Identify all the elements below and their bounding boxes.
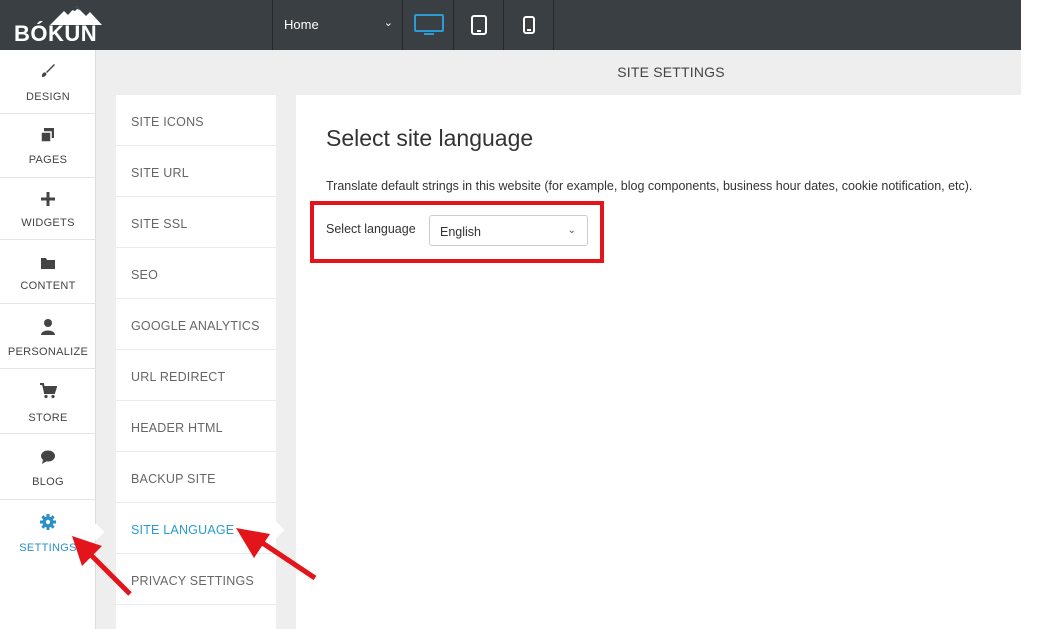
sidebar-item-label: BLOG: [32, 476, 64, 488]
tablet-icon: [470, 15, 487, 35]
sidebar-item-personalize[interactable]: PERSONALIZE: [0, 304, 96, 369]
menu-item-label: SITE LANGUAGE: [131, 523, 235, 537]
mobile-view-button[interactable]: [504, 0, 554, 50]
menu-item-backup-site[interactable]: BACKUP SITE: [116, 452, 276, 503]
menu-item-google-analytics[interactable]: GOOGLE ANALYTICS: [116, 299, 276, 350]
comment-icon: [0, 449, 96, 465]
sidebar-item-design[interactable]: DESIGN: [0, 50, 96, 114]
mobile-icon: [522, 16, 535, 34]
panel-description: Translate default strings in this websit…: [326, 179, 973, 193]
sidebar-item-store[interactable]: STORE: [0, 369, 96, 434]
language-settings-panel: [296, 95, 1021, 629]
menu-item-label: HEADER HTML: [131, 421, 223, 435]
page-title: SITE SETTINGS: [617, 64, 725, 80]
logo-text: BÓKUN: [14, 21, 98, 46]
menu-item-header-html[interactable]: HEADER HTML: [116, 401, 276, 452]
annotation-arrow-site-language: [236, 528, 317, 581]
sidebar-item-pages[interactable]: PAGES: [0, 114, 96, 178]
annotation-highlight-box: [310, 201, 604, 263]
folder-icon: [0, 256, 96, 270]
menu-item-label: SITE URL: [131, 166, 189, 180]
brush-icon: [0, 63, 96, 79]
right-margin: [1021, 0, 1041, 629]
sidebar-item-blog[interactable]: BLOG: [0, 434, 96, 500]
chevron-down-icon: ⌄: [383, 17, 393, 29]
desktop-view-button[interactable]: [404, 0, 454, 50]
bokun-logo[interactable]: BÓKUN: [0, 0, 104, 50]
plus-icon: [0, 191, 96, 207]
sidebar-item-label: WIDGETS: [21, 217, 75, 229]
menu-item-site-url[interactable]: SITE URL: [116, 146, 276, 197]
tablet-view-button[interactable]: [454, 0, 504, 50]
sidebar-item-content[interactable]: CONTENT: [0, 240, 96, 304]
cart-icon: [0, 383, 96, 399]
menu-item-label: BACKUP SITE: [131, 472, 216, 486]
menu-item-seo[interactable]: SEO: [116, 248, 276, 299]
menu-item-site-icons[interactable]: SITE ICONS: [116, 95, 276, 146]
menu-item-label: SITE SSL: [131, 217, 188, 231]
menu-item-url-redirect[interactable]: URL REDIRECT: [116, 350, 276, 401]
sidebar-item-label: STORE: [28, 412, 68, 424]
page-select[interactable]: Home ⌄: [272, 0, 403, 50]
panel-title: Select site language: [326, 125, 534, 151]
desktop-icon: [413, 14, 444, 35]
top-bar: BÓKUN Home ⌄: [0, 0, 1021, 50]
user-icon: [0, 318, 96, 336]
menu-item-label: SITE ICONS: [131, 115, 204, 129]
sidebar-item-label: DESIGN: [26, 91, 70, 103]
pages-icon: [0, 127, 96, 143]
sidebar-item-label: PAGES: [28, 154, 68, 166]
sidebar-item-widgets[interactable]: WIDGETS: [0, 178, 96, 240]
menu-item-label: GOOGLE ANALYTICS: [131, 319, 260, 333]
annotation-arrow-settings: [72, 536, 132, 596]
menu-item-site-ssl[interactable]: SITE SSL: [116, 197, 276, 248]
menu-item-label: SEO: [131, 268, 158, 282]
menu-item-label: URL REDIRECT: [131, 370, 226, 384]
sidebar-item-label: PERSONALIZE: [7, 346, 89, 358]
sidebar-item-label: CONTENT: [20, 280, 76, 292]
page-select-value: Home: [284, 17, 319, 32]
